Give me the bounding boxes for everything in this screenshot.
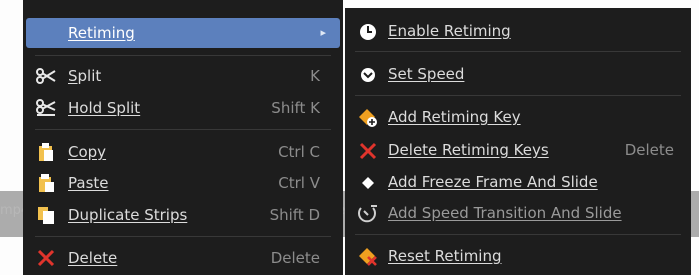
menu-item-label: Retiming xyxy=(68,24,135,42)
scissors-icon xyxy=(36,67,56,85)
copy-icon xyxy=(36,143,56,161)
speed-transition-icon xyxy=(357,204,379,224)
separator xyxy=(355,95,681,96)
separator xyxy=(355,51,681,52)
menu-item-label: Delete xyxy=(68,249,118,267)
menu-item-split[interactable]: Split K xyxy=(23,61,343,91)
menu-item-label: Hold Split xyxy=(68,99,141,117)
shortcut: K xyxy=(310,67,320,85)
menu-item-label: Add Speed Transition And Slide xyxy=(388,204,622,222)
menu-item-set-speed[interactable]: Set Speed xyxy=(345,59,691,89)
separator xyxy=(35,55,331,56)
menu-item-enable-retiming[interactable]: Enable Retiming xyxy=(345,16,691,46)
shortcut: Shift K xyxy=(271,99,320,117)
shortcut: Ctrl V xyxy=(278,174,320,192)
menu-item-add-speed-transition[interactable]: Add Speed Transition And Slide xyxy=(345,198,691,228)
menu-item-label: Delete Retiming Keys xyxy=(388,141,549,159)
delete-icon xyxy=(36,249,56,267)
submenu-arrow-icon: ▸ xyxy=(320,26,326,39)
menu-item-label: Split xyxy=(68,67,102,85)
menu-item-label: Enable Retiming xyxy=(388,22,511,40)
shortcut: Ctrl C xyxy=(278,143,320,161)
menu-item-label: Duplicate Strips xyxy=(68,206,188,224)
menu-item-retiming[interactable]: Retiming ▸ xyxy=(26,18,340,48)
menu-item-add-freeze-frame[interactable]: Add Freeze Frame And Slide xyxy=(345,167,691,197)
menu-item-delete[interactable]: Delete Delete xyxy=(23,243,343,273)
menu-item-label: Copy xyxy=(68,143,107,161)
reset-icon xyxy=(357,247,379,267)
shortcut: Delete xyxy=(624,141,674,159)
shortcut: Shift D xyxy=(269,206,320,224)
menu-item-label: Set Speed xyxy=(388,65,465,83)
separator xyxy=(35,129,331,130)
separator xyxy=(35,236,331,237)
menu-item-duplicate-strips[interactable]: Duplicate Strips Shift D xyxy=(23,200,343,230)
hold-split-icon xyxy=(36,99,56,117)
menu-item-copy[interactable]: Copy Ctrl C xyxy=(23,137,343,167)
context-menu: Retiming ▸ Split K Hold Split Shift K Co… xyxy=(23,0,343,275)
menu-item-reset-retiming[interactable]: Reset Retiming xyxy=(345,241,691,271)
menu-item-delete-retiming-keys[interactable]: Delete Retiming Keys Delete xyxy=(345,135,691,165)
clock-icon xyxy=(357,22,379,42)
menu-item-add-retiming-key[interactable]: Add Retiming Key xyxy=(345,102,691,132)
separator xyxy=(355,234,681,235)
shortcut: Delete xyxy=(270,249,320,267)
menu-item-label: Reset Retiming xyxy=(388,247,502,265)
menu-item-label: Paste xyxy=(68,174,109,192)
menu-item-hold-split[interactable]: Hold Split Shift K xyxy=(23,93,343,123)
menu-item-label: Add Freeze Frame And Slide xyxy=(388,173,598,191)
paste-icon xyxy=(36,174,56,192)
diamond-icon xyxy=(357,173,379,193)
delete-keys-icon xyxy=(357,141,379,161)
retiming-submenu: Enable Retiming Set Speed Add Retiming K… xyxy=(345,8,691,275)
add-key-icon xyxy=(357,108,379,128)
menu-item-paste[interactable]: Paste Ctrl V xyxy=(23,168,343,198)
menu-item-label: Add Retiming Key xyxy=(388,108,521,126)
duplicate-icon xyxy=(36,206,56,224)
speed-icon xyxy=(357,65,379,85)
